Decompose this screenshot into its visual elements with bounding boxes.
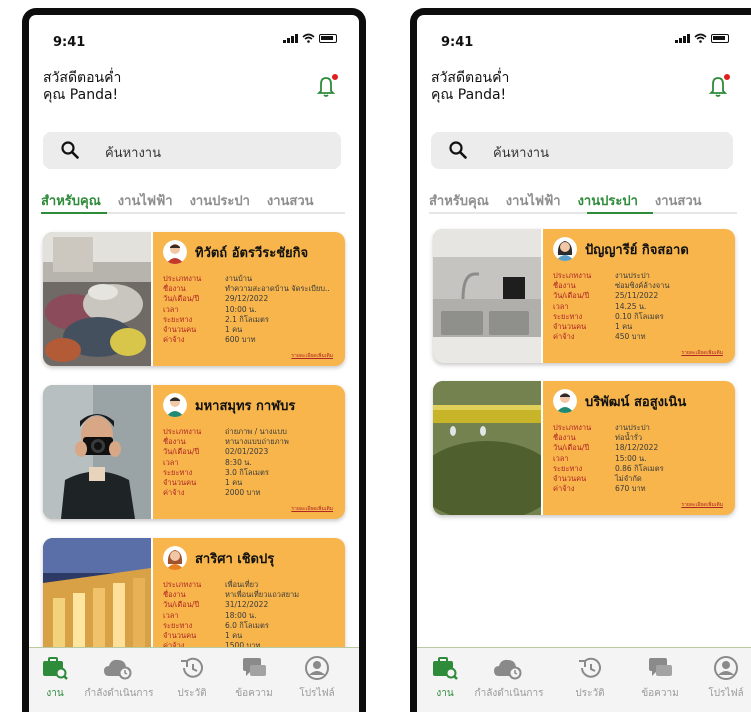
category-tabs: สำหรับคุณ งานไฟฟ้า งานประปา งานสวน bbox=[429, 190, 751, 212]
tab-plumbing[interactable]: งานประปา bbox=[190, 190, 250, 211]
job-details: ประเภทงาน งานบ้าน ชื่องาน ทำความสะอาดบ้าน … bbox=[163, 274, 330, 345]
tab-underline bbox=[429, 212, 737, 214]
chat-icon bbox=[243, 658, 266, 676]
work-icon bbox=[43, 657, 68, 680]
worker-name: ปัญญารีย์ กิจสอาด bbox=[585, 243, 689, 258]
job-card[interactable]: ทิวัตถ์ อัตรวีระชัยกิจ ประเภทงาน งานบ้าน … bbox=[43, 232, 345, 366]
avatar bbox=[553, 237, 577, 261]
bell-icon[interactable] bbox=[315, 73, 339, 99]
history-icon bbox=[181, 657, 203, 678]
phone-screen-for-you: 9:41 สวัสดีตอนค่ำ คุณ Panda! ค้นหางาน สำ… bbox=[22, 8, 366, 712]
wifi-icon bbox=[302, 33, 315, 43]
status-time: 9:41 bbox=[53, 35, 86, 50]
bell-icon[interactable] bbox=[707, 73, 731, 99]
job-details: ประเภทงาน ถ่ายภาพ / นางแบบ ชื่องาน หานางแบ… bbox=[163, 427, 289, 498]
search-bar[interactable]: ค้นหางาน bbox=[43, 132, 341, 169]
chat-icon bbox=[649, 658, 672, 676]
more-details-link[interactable]: รายละเอียดเพิ่มเติม bbox=[291, 505, 333, 513]
nav-profile[interactable]: โปรไฟล์ bbox=[291, 656, 343, 701]
profile-icon bbox=[305, 656, 329, 680]
nav-in-progress[interactable]: กำลังดำเนินการ bbox=[469, 656, 549, 701]
nav-messages[interactable]: ข้อความ bbox=[229, 656, 279, 701]
nav-in-progress[interactable]: กำลังดำเนินการ bbox=[79, 656, 159, 701]
search-placeholder: ค้นหางาน bbox=[493, 146, 549, 161]
tab-for-you[interactable]: สำหรับคุณ bbox=[41, 190, 101, 211]
status-bar: 9:41 bbox=[441, 31, 729, 51]
greeting: สวัสดีตอนค่ำ คุณ Panda! bbox=[43, 70, 122, 103]
tab-garden[interactable]: งานสวน bbox=[267, 190, 314, 211]
status-time: 9:41 bbox=[441, 35, 474, 50]
job-card[interactable]: มหาสมุทร กาฬบร ประเภทงาน ถ่ายภาพ / นางแบบ… bbox=[43, 385, 345, 519]
more-details-link[interactable]: รายละเอียดเพิ่มเติม bbox=[681, 349, 723, 357]
bottom-nav: งาน กำลังดำเนินการ ประวัติ ข้อความ โปรไฟ… bbox=[417, 647, 751, 712]
avatar bbox=[163, 546, 187, 570]
tab-garden[interactable]: งานสวน bbox=[655, 190, 702, 211]
avatar bbox=[163, 240, 187, 264]
nav-profile[interactable]: โปรไฟล์ bbox=[701, 656, 751, 701]
job-details: ประเภทงาน เพื่อนเที่ยว ชื่องาน หาเพื่อนเที… bbox=[163, 580, 300, 651]
cloud-clock-icon bbox=[104, 659, 132, 680]
search-placeholder: ค้นหางาน bbox=[105, 146, 161, 161]
nav-history[interactable]: ประวัติ bbox=[169, 656, 215, 701]
tab-electrical[interactable]: งานไฟฟ้า bbox=[118, 190, 173, 211]
signal-icon bbox=[283, 34, 298, 43]
job-details: ประเภทงาน งานประปา ชื่องาน ท่อน้ำรั่ว วัน/… bbox=[553, 423, 664, 494]
worker-name: ทิวัตถ์ อัตรวีระชัยกิจ bbox=[195, 246, 309, 261]
job-photo-leaking-pipe bbox=[433, 381, 541, 515]
nav-work[interactable]: งาน bbox=[425, 656, 465, 701]
search-icon bbox=[449, 141, 467, 159]
nav-history[interactable]: ประวัติ bbox=[567, 656, 613, 701]
category-tabs: สำหรับคุณ งานไฟฟ้า งานประปา งานสวน bbox=[41, 190, 359, 212]
battery-icon bbox=[319, 34, 337, 43]
profile-icon bbox=[714, 656, 738, 680]
tab-electrical[interactable]: งานไฟฟ้า bbox=[506, 190, 561, 211]
more-details-link[interactable]: รายละเอียดเพิ่มเติม bbox=[291, 352, 333, 360]
job-photo-kitchen-sink bbox=[433, 229, 541, 363]
battery-icon bbox=[711, 34, 729, 43]
worker-name: สาริศา เชิดปรุ bbox=[195, 552, 275, 567]
wifi-icon bbox=[694, 33, 707, 43]
status-bar: 9:41 bbox=[53, 31, 337, 51]
worker-name: บริพัฒน์ สอสูงเนิน bbox=[585, 395, 687, 410]
job-details: ประเภทงาน งานประปา ชื่องาน ซ่อมซิงค์ล้างจา… bbox=[553, 271, 670, 342]
job-photo-messy-room bbox=[43, 232, 151, 366]
tab-plumbing[interactable]: งานประปา bbox=[578, 190, 638, 211]
avatar bbox=[163, 393, 187, 417]
phone-screen-plumbing: 9:41 สวัสดีตอนค่ำ คุณ Panda! ค้นหางาน สำ… bbox=[410, 8, 751, 712]
job-card[interactable]: บริพัฒน์ สอสูงเนิน ประเภทงาน งานประปา ชื่… bbox=[433, 381, 735, 515]
worker-name: มหาสมุทร กาฬบร bbox=[195, 399, 296, 414]
bottom-nav: งาน กำลังดำเนินการ ประวัติ ข้อความ โปรไฟ… bbox=[29, 647, 359, 712]
job-photo-photographer bbox=[43, 385, 151, 519]
more-details-link[interactable]: รายละเอียดเพิ่มเติม bbox=[681, 501, 723, 509]
signal-icon bbox=[675, 34, 690, 43]
search-bar[interactable]: ค้นหางาน bbox=[431, 132, 733, 169]
history-icon bbox=[579, 657, 601, 678]
avatar bbox=[553, 389, 577, 413]
nav-work[interactable]: งาน bbox=[35, 656, 75, 701]
nav-messages[interactable]: ข้อความ bbox=[635, 656, 685, 701]
greeting: สวัสดีตอนค่ำ คุณ Panda! bbox=[431, 70, 510, 103]
search-icon bbox=[61, 141, 79, 159]
cloud-clock-icon bbox=[494, 659, 522, 680]
work-icon bbox=[433, 657, 458, 680]
job-card[interactable]: ปัญญารีย์ กิจสอาด ประเภทงาน งานประปา ชื่อ… bbox=[433, 229, 735, 363]
tab-underline bbox=[41, 212, 345, 214]
tab-for-you[interactable]: สำหรับคุณ bbox=[429, 190, 489, 211]
